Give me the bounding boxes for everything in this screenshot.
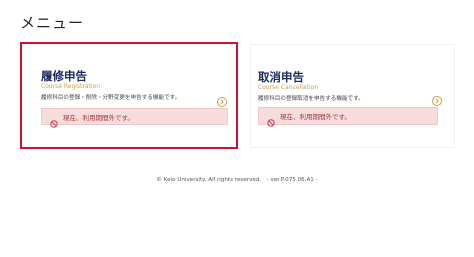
alert-text: 現在、利用期間外です。 <box>63 113 134 122</box>
card-subtitle: Course Registration <box>41 83 101 90</box>
card-title: 取消申告 <box>258 70 304 84</box>
course-cancellation-card[interactable]: 取消申告 Course Cancellation 履修科目の登録取消を申告する機… <box>250 44 455 148</box>
unavailable-alert: 現在、利用期間外です。 <box>41 108 228 128</box>
alert-text: 現在、利用期間外です。 <box>280 113 351 121</box>
card-description: 履修科目の登録取消を申告する機能です。 <box>258 96 364 102</box>
unavailable-alert: 現在、利用期間外です。 <box>258 107 438 127</box>
footer-copyright: © Keio University. All rights reserved. … <box>156 177 318 183</box>
card-title: 履修申告 <box>41 69 87 83</box>
page: メニュー 履修申告 Course Registration 履修科目の登録・削除… <box>0 0 474 257</box>
chevron-right-circle-icon[interactable] <box>217 97 227 107</box>
prohibited-icon <box>50 113 58 128</box>
page-title: メニュー <box>20 14 85 32</box>
prohibited-icon <box>267 112 275 127</box>
card-subtitle: Course Cancellation <box>258 84 319 91</box>
chevron-right-circle-icon[interactable] <box>432 96 442 106</box>
card-description: 履修科目の登録・削除・分野変更を申告する機能です。 <box>41 95 181 101</box>
course-registration-card[interactable]: 履修申告 Course Registration 履修科目の登録・削除・分野変更… <box>20 42 238 149</box>
